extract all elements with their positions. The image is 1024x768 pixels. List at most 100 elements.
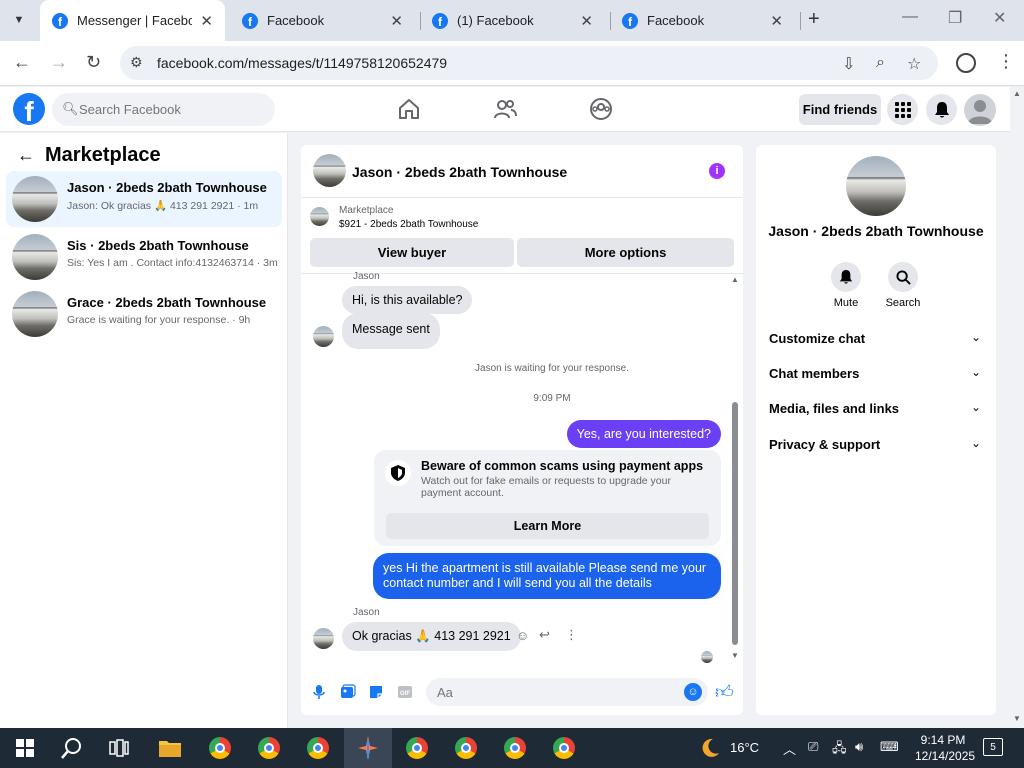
tab-close-icon[interactable]: ✕ <box>390 12 403 30</box>
conversation-item-jason[interactable]: Jason · 2beds 2bath Townhouse Jason: Ok … <box>6 171 282 227</box>
gif-icon[interactable]: GIF <box>397 684 413 700</box>
customize-chat-section[interactable]: Customize chat ⌄ <box>756 323 996 353</box>
find-friends-button[interactable]: Find friends <box>799 94 881 125</box>
reply-arrow-icon[interactable]: ↩ <box>539 627 550 643</box>
react-emoji-icon[interactable]: ☺ <box>516 628 529 643</box>
tab-facebook-notifications[interactable]: f (1) Facebook ✕ <box>420 0 605 41</box>
chrome-icon[interactable] <box>405 736 429 760</box>
browser-profile-icon[interactable] <box>956 53 976 73</box>
address-bar[interactable]: ⚙ facebook.com/messages/t/11497581206524… <box>120 46 938 80</box>
chrome-icon[interactable] <box>552 736 576 760</box>
facebook-logo-icon[interactable]: f <box>13 93 45 126</box>
maximize-icon[interactable]: ❐ <box>948 8 962 28</box>
search-icon: 🔍︎ <box>62 101 79 116</box>
scroll-down-arrow-icon[interactable]: ▼ <box>731 651 739 660</box>
media-app-icon[interactable] <box>356 736 380 760</box>
groups-icon[interactable] <box>589 97 613 121</box>
keyboard-icon[interactable]: ⌨ <box>880 739 899 755</box>
media-files-links-section[interactable]: Media, files and links ⌄ <box>756 393 996 423</box>
conversation-item-sis[interactable]: Sis · 2beds 2bath Townhouse Sis: Yes I a… <box>6 229 282 285</box>
scrollbar-thumb[interactable] <box>732 402 738 645</box>
system-clock[interactable]: 9:14 PM 12/14/2025 <box>915 732 975 764</box>
more-actions-icon[interactable]: ⋮ <box>565 627 578 643</box>
emoji-icon[interactable]: ☺ <box>684 683 702 701</box>
tab-close-icon[interactable]: ✕ <box>770 12 783 30</box>
chrome-icon[interactable] <box>306 736 330 760</box>
mute-action[interactable]: Mute <box>816 262 876 309</box>
chrome-icon[interactable] <box>257 736 281 760</box>
site-info-icon[interactable]: ⚙ <box>130 54 143 71</box>
incoming-message[interactable]: Ok gracias 🙏 413 291 2921 <box>342 622 521 651</box>
taskbar-search-icon[interactable] <box>60 736 84 760</box>
facebook-search[interactable]: 🔍︎ <box>52 93 275 126</box>
microphone-icon[interactable] <box>311 684 327 700</box>
chat-title[interactable]: Jason · 2beds 2bath Townhouse <box>352 164 567 180</box>
facebook-search-input[interactable] <box>79 93 269 126</box>
sticker-icon[interactable] <box>368 684 384 700</box>
search-icon[interactable] <box>888 262 918 292</box>
forward-arrow-icon[interactable]: → <box>50 52 68 73</box>
outgoing-message[interactable]: Yes, are you interested? <box>566 420 721 448</box>
show-hidden-icons-chevron-icon[interactable]: ︿ <box>783 739 796 758</box>
reload-icon[interactable]: ↻ <box>86 52 101 73</box>
tab-close-icon[interactable]: ✕ <box>580 12 593 30</box>
account-avatar[interactable] <box>964 94 996 126</box>
network-icon[interactable]: 🖧︎ <box>832 739 847 761</box>
page-scrollbar[interactable]: ▲ ▼ <box>1011 87 1024 728</box>
info-icon[interactable]: i <box>709 163 725 179</box>
back-arrow-icon[interactable]: ← <box>17 145 35 166</box>
zoom-icon[interactable]: ⌕ <box>876 54 885 72</box>
chrome-icon[interactable] <box>503 736 527 760</box>
window-close-icon[interactable]: ✕ <box>993 8 1006 28</box>
minimize-icon[interactable]: — <box>902 8 918 26</box>
meet-camera-icon[interactable]: ⎚ <box>808 739 818 755</box>
chrome-icon[interactable] <box>454 736 478 760</box>
bell-icon[interactable] <box>831 262 861 292</box>
home-icon[interactable] <box>397 97 421 121</box>
tab-messenger[interactable]: f Messenger | Facebook ✕ <box>40 0 225 41</box>
tab-facebook-2[interactable]: f Facebook ✕ <box>610 0 795 41</box>
photo-icon[interactable] <box>340 684 356 700</box>
browser-menu-icon[interactable]: ⋮ <box>997 51 1015 72</box>
scroll-down-arrow-icon[interactable]: ▼ <box>1013 714 1021 723</box>
bookmark-star-icon[interactable]: ☆ <box>907 54 921 74</box>
file-explorer-icon[interactable] <box>158 736 182 760</box>
tab-facebook-1[interactable]: f Facebook ✕ <box>230 0 415 41</box>
more-options-button[interactable]: More options <box>517 238 734 267</box>
back-arrow-icon[interactable]: ← <box>13 52 31 73</box>
friends-icon[interactable] <box>493 97 517 121</box>
scroll-up-arrow-icon[interactable]: ▲ <box>1013 89 1021 98</box>
chat-members-section[interactable]: Chat members ⌄ <box>756 358 996 388</box>
chat-avatar[interactable] <box>313 154 346 187</box>
conversation-item-grace[interactable]: Grace · 2beds 2bath Townhouse Grace is w… <box>6 286 282 342</box>
outgoing-message[interactable]: yes Hi the apartment is still available … <box>373 553 721 599</box>
url-text[interactable]: facebook.com/messages/t/1149758120652479 <box>157 55 447 71</box>
weather-moon-icon[interactable] <box>698 736 722 760</box>
section-label: Media, files and links <box>769 401 900 416</box>
message-input[interactable] <box>426 678 708 706</box>
notifications-bell-icon[interactable] <box>926 94 957 125</box>
incoming-message[interactable]: Message sent <box>342 313 440 349</box>
task-view-icon[interactable] <box>107 736 131 760</box>
install-app-icon[interactable]: ⇩ <box>842 54 855 74</box>
thumbs-up-like-icon[interactable]: 👍︎ <box>715 681 734 703</box>
view-buyer-button[interactable]: View buyer <box>310 238 514 267</box>
menu-grid-icon[interactable] <box>887 94 918 125</box>
tab-close-icon[interactable]: ✕ <box>200 12 213 30</box>
scroll-up-arrow-icon[interactable]: ▲ <box>731 275 739 284</box>
volume-icon[interactable]: 🔊︎ <box>855 739 863 755</box>
listing-title[interactable]: $921 - 2beds 2bath Townhouse <box>339 219 478 230</box>
privacy-support-section[interactable]: Privacy & support ⌄ <box>756 429 996 459</box>
tab-search-button[interactable]: ▼ <box>6 6 32 34</box>
incoming-message[interactable]: Hi, is this available? <box>342 286 473 314</box>
notification-center-icon[interactable]: 5 <box>983 738 1003 756</box>
chrome-icon[interactable] <box>208 736 232 760</box>
windows-start-icon[interactable] <box>13 736 37 760</box>
chat-scrollbar[interactable]: ▲ ▼ <box>730 275 739 660</box>
temperature-text[interactable]: 16°C <box>730 740 759 755</box>
search-action[interactable]: Search <box>873 262 933 309</box>
message-thread[interactable]: Jason Hi, is this available? Message sen… <box>301 271 743 670</box>
learn-more-button[interactable]: Learn More <box>386 513 709 539</box>
sender-name: Jason <box>353 271 380 282</box>
new-tab-plus-icon[interactable]: + <box>808 8 820 31</box>
